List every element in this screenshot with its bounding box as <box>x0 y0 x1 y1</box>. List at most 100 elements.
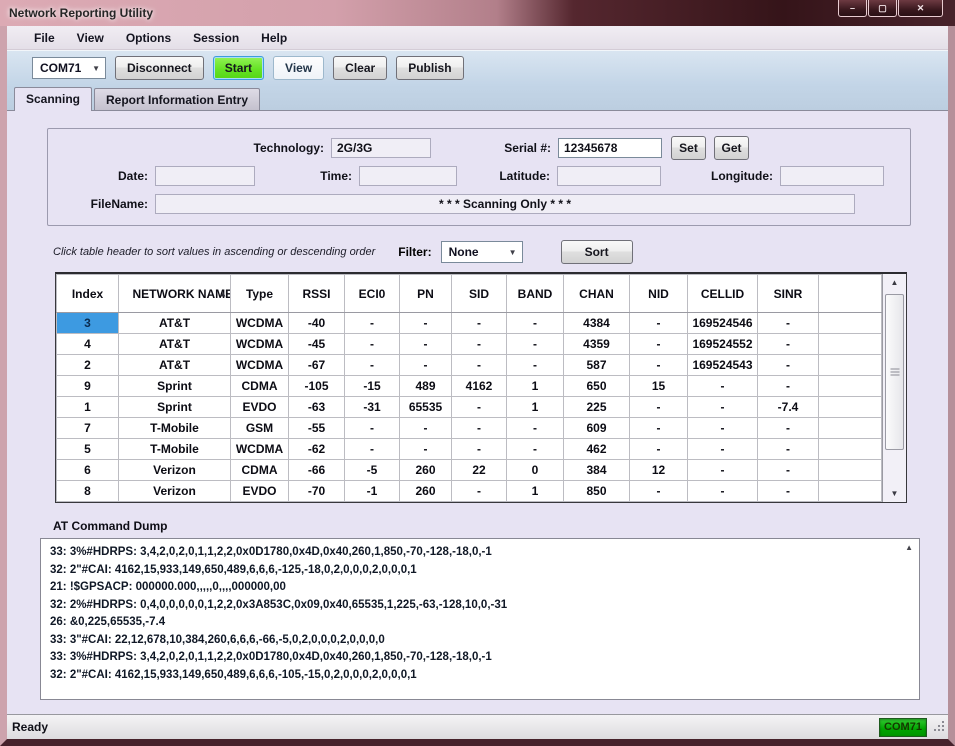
table-cell[interactable]: - <box>400 439 452 460</box>
table-row[interactable]: 2AT&TWCDMA-67----587-169524543- <box>57 355 882 376</box>
table-cell[interactable]: -66 <box>289 460 345 481</box>
scrollbar-track[interactable] <box>883 291 906 485</box>
table-cell[interactable]: WCDMA <box>231 439 289 460</box>
table-cell[interactable]: 260 <box>400 460 452 481</box>
table-cell[interactable]: - <box>345 418 400 439</box>
table-cell[interactable]: 0 <box>507 460 564 481</box>
table-cell[interactable]: 1 <box>57 397 119 418</box>
latitude-field[interactable] <box>557 166 661 186</box>
table-cell[interactable]: -63 <box>289 397 345 418</box>
table-cell[interactable]: - <box>345 334 400 355</box>
table-cell[interactable]: 1 <box>507 376 564 397</box>
table-cell[interactable]: -55 <box>289 418 345 439</box>
filename-field[interactable] <box>155 194 855 214</box>
table-cell[interactable]: WCDMA <box>231 355 289 376</box>
menu-item-session[interactable]: Session <box>182 28 250 48</box>
table-row[interactable]: 6VerizonCDMA-66-526022038412-- <box>57 460 882 481</box>
table-cell[interactable]: GSM <box>231 418 289 439</box>
table-cell[interactable]: Verizon <box>119 481 231 502</box>
column-header-pn[interactable]: PN <box>400 275 452 313</box>
clear-button[interactable]: Clear <box>333 56 387 80</box>
publish-button[interactable]: Publish <box>396 56 463 80</box>
table-cell[interactable]: -5 <box>345 460 400 481</box>
sort-button[interactable]: Sort <box>561 240 633 264</box>
table-cell[interactable]: 4359 <box>564 334 630 355</box>
table-cell[interactable]: - <box>630 439 688 460</box>
table-cell[interactable]: -62 <box>289 439 345 460</box>
start-button[interactable]: Start <box>213 56 264 80</box>
table-cell[interactable]: - <box>507 418 564 439</box>
column-header-sid[interactable]: SID <box>452 275 507 313</box>
table-cell[interactable]: WCDMA <box>231 313 289 334</box>
table-cell[interactable]: EVDO <box>231 397 289 418</box>
table-cell[interactable]: - <box>400 418 452 439</box>
table-cell[interactable]: 1 <box>507 397 564 418</box>
table-cell[interactable]: -70 <box>289 481 345 502</box>
column-header-band[interactable]: BAND <box>507 275 564 313</box>
table-cell[interactable]: - <box>688 376 758 397</box>
table-cell[interactable]: AT&T <box>119 313 231 334</box>
date-field[interactable] <box>155 166 255 186</box>
table-cell[interactable]: -67 <box>289 355 345 376</box>
tab-scanning[interactable]: Scanning <box>14 87 92 111</box>
table-cell[interactable]: 9 <box>57 376 119 397</box>
table-cell[interactable]: 22 <box>452 460 507 481</box>
tab-report-information-entry[interactable]: Report Information Entry <box>94 88 260 110</box>
serial-field[interactable] <box>558 138 662 158</box>
menu-item-file[interactable]: File <box>23 28 66 48</box>
table-cell[interactable]: -7.4 <box>758 397 819 418</box>
table-cell[interactable]: - <box>758 460 819 481</box>
table-cell[interactable]: 609 <box>564 418 630 439</box>
table-cell[interactable]: 3 <box>57 313 119 334</box>
table-cell[interactable]: - <box>630 397 688 418</box>
table-cell[interactable]: 1 <box>507 481 564 502</box>
table-cell[interactable]: 489 <box>400 376 452 397</box>
table-cell[interactable]: 6 <box>57 460 119 481</box>
table-row[interactable]: 7T-MobileGSM-55----609--- <box>57 418 882 439</box>
table-cell[interactable]: T-Mobile <box>119 439 231 460</box>
technology-field[interactable] <box>331 138 431 158</box>
table-cell[interactable]: - <box>507 439 564 460</box>
table-cell[interactable]: -45 <box>289 334 345 355</box>
table-cell[interactable]: - <box>452 481 507 502</box>
table-cell[interactable]: -15 <box>345 376 400 397</box>
table-cell[interactable]: 384 <box>564 460 630 481</box>
column-header-network-name[interactable]: NETWORK NAME▲ <box>119 275 231 313</box>
column-header-nid[interactable]: NID <box>630 275 688 313</box>
table-cell[interactable]: -1 <box>345 481 400 502</box>
table-cell[interactable]: 5 <box>57 439 119 460</box>
column-header-chan[interactable]: CHAN <box>564 275 630 313</box>
table-cell[interactable]: - <box>345 313 400 334</box>
table-cell[interactable]: - <box>758 313 819 334</box>
view-button[interactable]: View <box>273 56 324 80</box>
table-cell[interactable]: - <box>507 355 564 376</box>
table-cell[interactable]: 850 <box>564 481 630 502</box>
table-cell[interactable]: 8 <box>57 481 119 502</box>
table-cell[interactable]: - <box>758 439 819 460</box>
table-cell[interactable]: T-Mobile <box>119 418 231 439</box>
table-cell[interactable]: 260 <box>400 481 452 502</box>
close-button[interactable]: ✕ <box>898 0 943 17</box>
table-cell[interactable]: - <box>758 355 819 376</box>
table-cell[interactable]: - <box>452 355 507 376</box>
table-cell[interactable]: - <box>758 481 819 502</box>
table-cell[interactable]: 169524546 <box>688 313 758 334</box>
table-cell[interactable]: Sprint <box>119 397 231 418</box>
table-cell[interactable]: 650 <box>564 376 630 397</box>
table-cell[interactable]: - <box>630 334 688 355</box>
resize-grip[interactable] <box>933 721 945 733</box>
table-cell[interactable]: WCDMA <box>231 334 289 355</box>
table-cell[interactable]: - <box>507 334 564 355</box>
table-cell[interactable]: -105 <box>289 376 345 397</box>
table-cell[interactable]: -31 <box>345 397 400 418</box>
column-header-type[interactable]: Type <box>231 275 289 313</box>
column-header-sinr[interactable]: SINR <box>758 275 819 313</box>
table-cell[interactable]: EVDO <box>231 481 289 502</box>
menu-item-view[interactable]: View <box>66 28 115 48</box>
table-cell[interactable]: - <box>630 418 688 439</box>
table-cell[interactable]: 12 <box>630 460 688 481</box>
table-cell[interactable]: - <box>400 355 452 376</box>
table-cell[interactable]: Sprint <box>119 376 231 397</box>
table-cell[interactable]: - <box>345 355 400 376</box>
table-cell[interactable]: - <box>400 334 452 355</box>
